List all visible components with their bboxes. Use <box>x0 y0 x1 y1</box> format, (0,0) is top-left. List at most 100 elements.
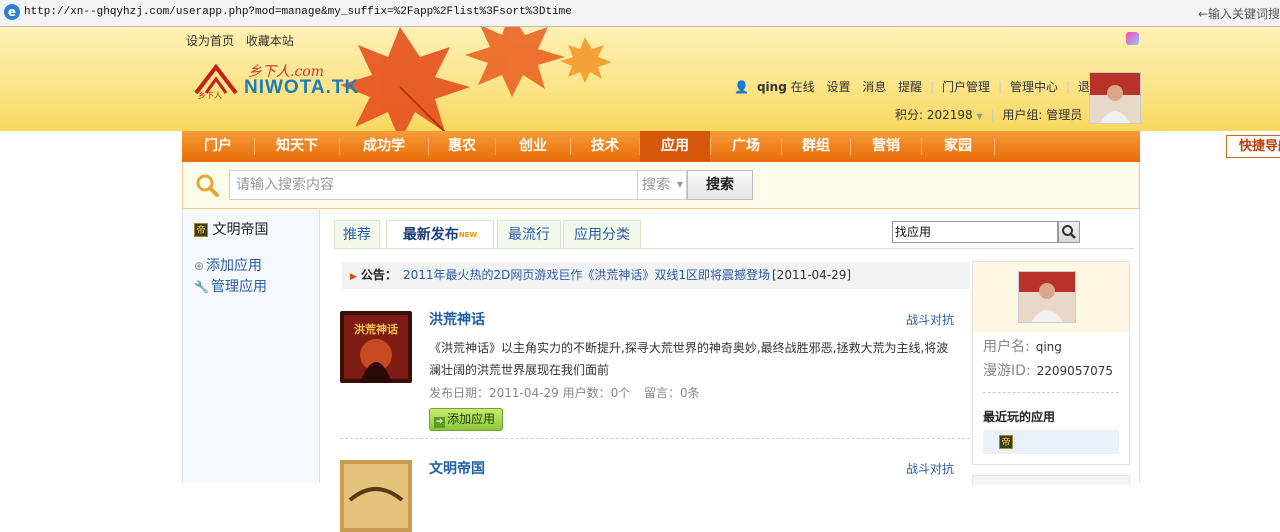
nav-item-marketing[interactable]: 营销 <box>851 131 921 162</box>
app-description: 《洪荒神话》以主角实力的不断提升,探寻大荒世界的神奇奥妙,最终战胜邪恶,拯救大荒… <box>429 341 949 377</box>
user-link-reminders[interactable]: 提醒 <box>898 80 922 94</box>
set-homepage-link[interactable]: 设为首页 <box>186 34 234 48</box>
secondary-panel <box>972 475 1130 485</box>
points[interactable]: 积分: 202198 <box>895 108 973 122</box>
find-app-input[interactable]: 找应用 <box>892 221 1058 243</box>
nav-item-tech[interactable]: 技术 <box>571 131 639 162</box>
user-link-admin-center[interactable]: 管理中心 <box>1010 80 1058 94</box>
logo-en-text: NIWOTA.TK <box>244 77 360 98</box>
app-emperor-icon: 帝 <box>194 223 208 237</box>
find-app-button[interactable] <box>1058 221 1080 243</box>
nav-item-square[interactable]: 广场 <box>711 131 781 162</box>
address-bar[interactable]: e http://xn--ghqyhzj.com/userapp.php?mod… <box>0 0 1280 27</box>
site-logo[interactable]: 乡下人 乡下人.com NIWOTA.TK <box>192 61 372 103</box>
magnifier-icon <box>196 174 219 197</box>
search-button[interactable]: 搜索 <box>687 170 753 200</box>
add-app-button[interactable]: ➜ 添加应用 <box>429 408 503 431</box>
app-category[interactable]: 战斗对抗 <box>906 460 954 477</box>
nav-item-success[interactable]: 成功学 <box>340 131 428 162</box>
app-sidebar: 帝 文明帝国 ⊕ 添加应用 🔧 管理应用 <box>182 209 320 483</box>
plus-icon: ⊕ <box>194 259 205 273</box>
app-category[interactable]: 战斗对抗 <box>906 311 954 328</box>
search-type-label: 搜索 <box>642 177 670 193</box>
main-nav: 门户 知天下 成功学 惠农 创业 技术 应用 广场 群组 营销 家园 快捷导航 … <box>182 131 1280 162</box>
plus-icon: ➜ <box>434 417 445 428</box>
nav-item-home[interactable]: 家园 <box>922 131 994 162</box>
id-value: 2209057075 <box>1036 364 1113 378</box>
keyword-hint: ←输入关键词搜 <box>1197 7 1280 21</box>
search-input[interactable]: 请输入搜索内容 <box>229 170 639 200</box>
divider <box>340 438 970 439</box>
quick-nav-label: 快捷导航 <box>1239 139 1280 154</box>
online-status: 在线 <box>790 80 815 94</box>
logo-small-text: 乡下人 <box>198 91 222 99</box>
user-name[interactable]: qing <box>757 80 787 94</box>
app-thumbnail-text: 洪荒神话 <box>354 322 398 336</box>
user-stats: 积分: 202198 ▼ | 用户组: 管理员 <box>895 108 1083 122</box>
app-thumbnail[interactable]: 洪荒神话 <box>340 311 412 383</box>
profile-username: 用户名: qing <box>983 336 1062 356</box>
chevron-down-icon: ▼ <box>676 180 683 189</box>
user-link-messages[interactable]: 消息 <box>862 80 886 94</box>
user-link-settings[interactable]: 设置 <box>826 80 850 94</box>
app-users: 用户数：0个 <box>562 386 631 400</box>
nav-item-news[interactable]: 知天下 <box>255 131 339 162</box>
logo-house-icon: 乡下人 <box>194 63 238 99</box>
profile-card: 用户名: qing 漫游ID: 2209057075 最近玩的应用 帝 <box>972 261 1130 465</box>
profile-avatar[interactable] <box>1018 271 1076 323</box>
top-links: 设为首页 收藏本站 <box>186 32 302 49</box>
profile-id: 漫游ID: 2209057075 <box>983 360 1113 380</box>
arrow-right-icon: ▶ <box>350 272 357 282</box>
nav-item-startup[interactable]: 创业 <box>496 131 570 162</box>
user-bar: 👤qing 在线 设置 消息 提醒| 门户管理| 管理中心| 退出 <box>734 78 1110 95</box>
app-date: 发布日期：2011-04-29 <box>429 386 559 400</box>
search-icon <box>1062 225 1076 239</box>
add-app-label: 添加应用 <box>447 412 496 426</box>
ie-icon: e <box>4 4 20 20</box>
user-group: 用户组: 管理员 <box>1002 108 1083 122</box>
app-name[interactable]: 文明帝国 <box>429 458 485 478</box>
maple-leaf-decoration <box>340 27 612 131</box>
app-name[interactable]: 洪荒神话 <box>429 309 485 329</box>
wrench-icon: 🔧 <box>194 280 209 294</box>
nav-item-portal[interactable]: 门户 <box>182 131 254 162</box>
sidebar-app-title-label: 文明帝国 <box>212 222 269 238</box>
quick-nav-button[interactable]: 快捷导航 ▼ <box>1226 135 1280 158</box>
nav-item-agriculture[interactable]: 惠农 <box>429 131 495 162</box>
app-emperor-icon[interactable]: 帝 <box>999 435 1013 449</box>
theme-icon[interactable] <box>1126 32 1139 45</box>
sidebar-app-title[interactable]: 帝 文明帝国 <box>194 219 268 239</box>
nav-item-groups[interactable]: 群组 <box>782 131 850 162</box>
app-comments: 留言：0条 <box>644 386 700 400</box>
new-badge: NEW <box>458 231 478 239</box>
user-icon: 👤 <box>734 80 749 94</box>
main-content: 推荐 最新发布NEW 最流行 应用分类 找应用 ▶ 公告： 2011年最火热的2D网… <box>320 209 1140 532</box>
search-bar: 请输入搜索内容 搜索 ▼ 搜索 <box>182 162 1140 209</box>
recent-apps-title: 最近玩的应用 <box>983 410 1056 424</box>
tab-latest[interactable]: 最新发布NEW <box>386 220 494 248</box>
tab-latest-label: 最新发布 <box>402 227 459 243</box>
announcement-label: 公告： <box>360 268 397 282</box>
search-type-select[interactable]: 搜索 ▼ <box>637 170 687 200</box>
tab-categories[interactable]: 应用分类 <box>563 220 641 248</box>
id-label: 漫游ID: <box>983 363 1031 379</box>
tab-recommended[interactable]: 推荐 <box>334 220 380 248</box>
sidebar-item-manage-app[interactable]: 🔧 管理应用 <box>194 276 267 296</box>
tab-popular[interactable]: 最流行 <box>497 220 561 248</box>
site-header: 设为首页 收藏本站 乡下人 乡下人.com NIWOTA.TK 👤 qing 在线… <box>0 27 1280 131</box>
recent-app-list: 帝 <box>983 430 1119 454</box>
header-avatar[interactable] <box>1089 72 1141 124</box>
user-link-portal-admin[interactable]: 门户管理 <box>942 80 990 94</box>
app-meta: 发布日期：2011-04-29 用户数：0个 留言：0条 <box>429 384 700 401</box>
url-text[interactable]: http://xn--ghqyhzj.com/userapp.php?mod=m… <box>24 6 572 18</box>
sidebar-item-add-app[interactable]: ⊕ 添加应用 <box>194 255 262 275</box>
app-thumbnail[interactable] <box>340 460 412 532</box>
announcement-link[interactable]: 2011年最火热的2D网页游戏巨作《洪荒神话》双线1区即将震撼登场 <box>403 268 770 282</box>
announcement-bar: ▶ 公告： 2011年最火热的2D网页游戏巨作《洪荒神话》双线1区即将震撼登场 [20… <box>342 262 970 289</box>
username-label: 用户名: <box>983 339 1030 355</box>
bookmark-link[interactable]: 收藏本站 <box>246 34 294 48</box>
sidebar-item-label: 添加应用 <box>206 258 263 274</box>
nav-item-apps[interactable]: 应用 <box>640 131 710 162</box>
points-dropdown-icon[interactable]: ▼ <box>977 112 983 121</box>
username-value: qing <box>1035 340 1062 354</box>
